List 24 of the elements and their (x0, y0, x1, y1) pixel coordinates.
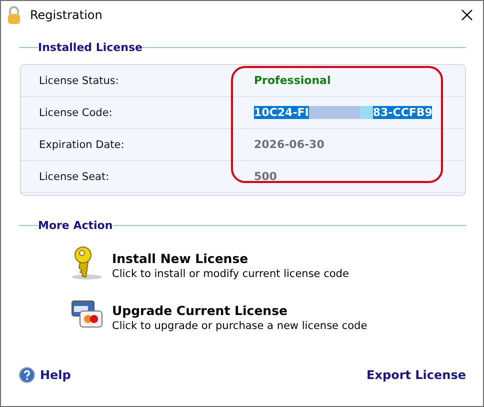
close-icon[interactable] (461, 8, 473, 20)
field-label: License Code: (39, 106, 114, 118)
code-text: 10C24-FI (254, 106, 309, 119)
field-label: License Status: (39, 74, 120, 86)
help-icon (19, 367, 35, 383)
license-status: Professional (254, 74, 331, 87)
field-value: 2026-06-30 (254, 138, 324, 151)
field-value: 500 (254, 170, 277, 183)
action-description: Click to upgrade or purchase a new license code (112, 320, 368, 332)
code-text: 83-CCFB9 (372, 106, 432, 119)
section-heading: More Action (38, 219, 113, 232)
action-link[interactable]: Upgrade Current License (112, 303, 368, 318)
action-description: Click to install or modify current license code (112, 268, 349, 280)
credit-card-icon[interactable] (71, 298, 103, 330)
field-label: Expiration Date: (39, 138, 126, 150)
help-link[interactable]: Help (19, 367, 71, 383)
field-label: License Seat: (39, 170, 110, 182)
section-heading: Installed License (38, 41, 142, 54)
window-title: Registration (30, 8, 102, 22)
padlock-icon (7, 6, 21, 24)
export-license-link[interactable]: Export License (366, 368, 466, 382)
action-link[interactable]: Install New License (112, 251, 349, 266)
redaction-block (308, 106, 373, 119)
key-icon[interactable] (71, 246, 103, 280)
